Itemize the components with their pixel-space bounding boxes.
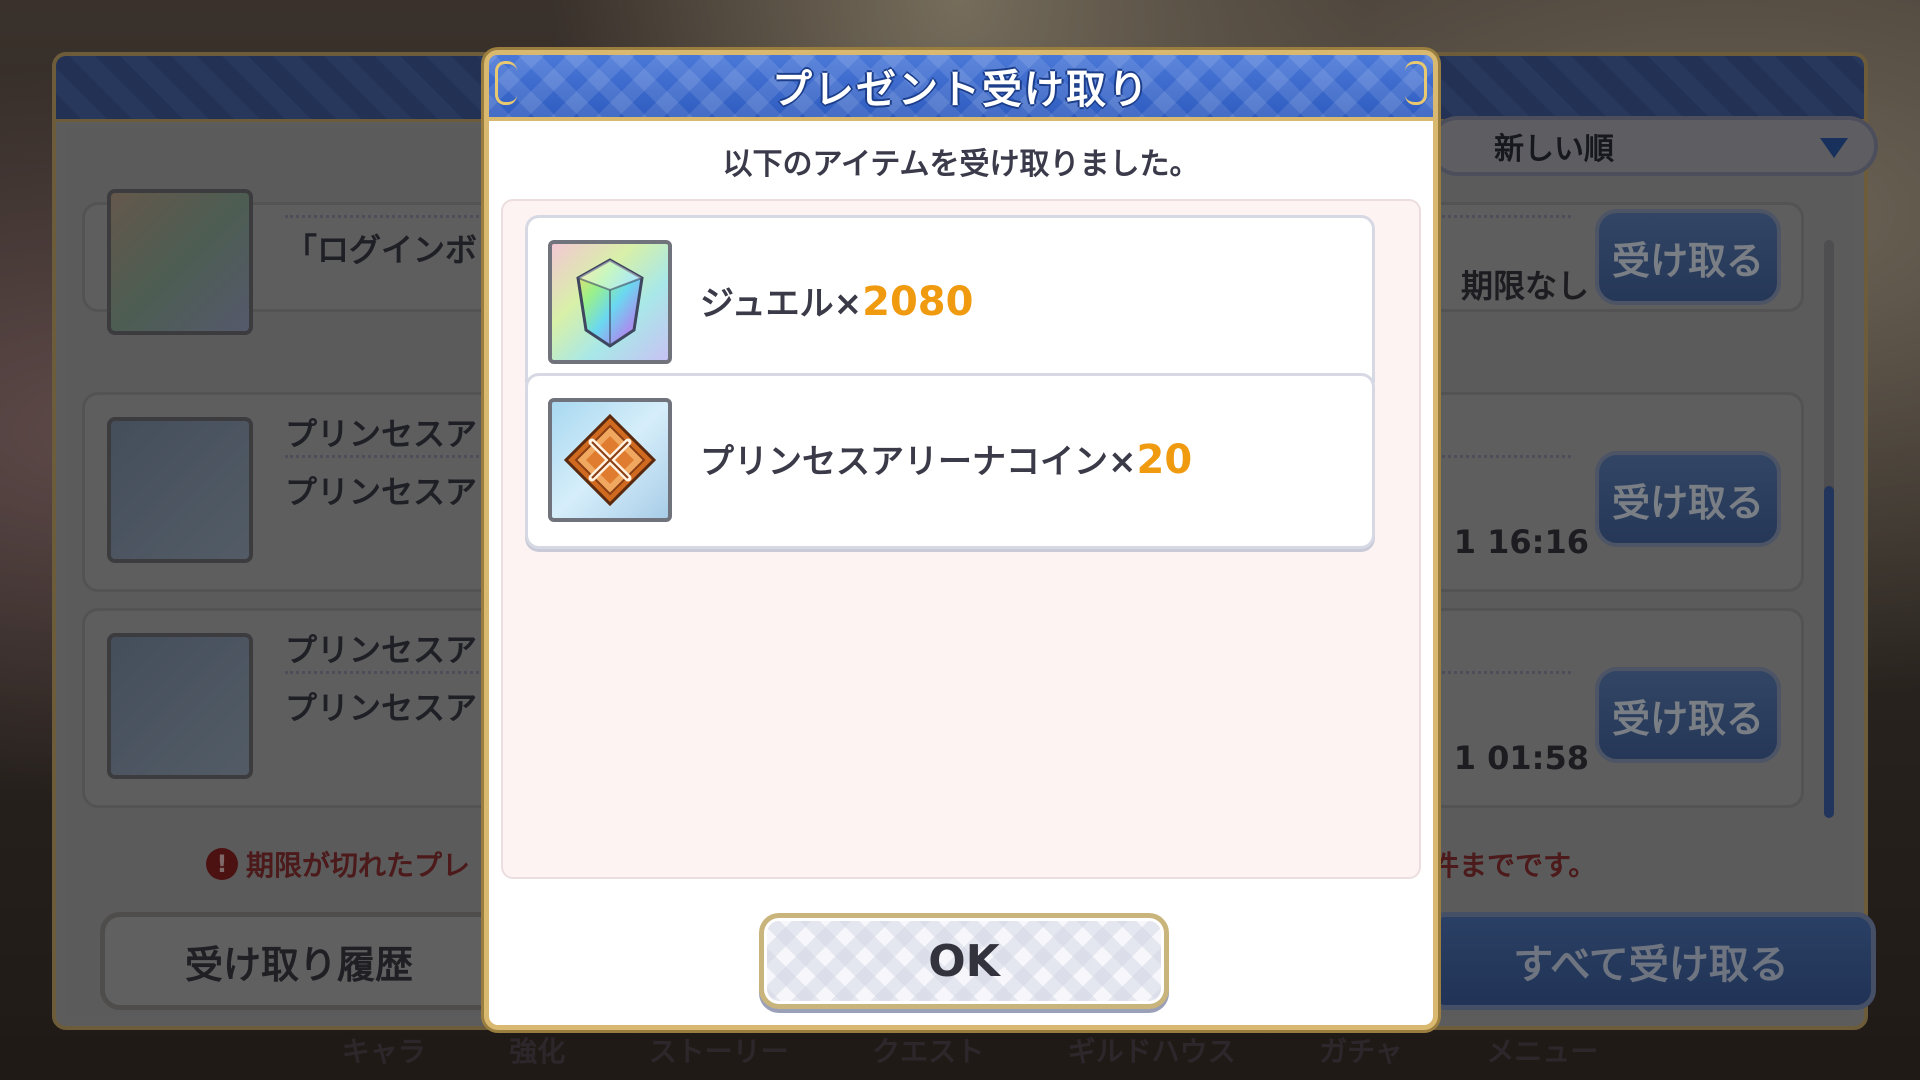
ok-button[interactable]: OK bbox=[759, 913, 1169, 1009]
dialog-header: プレゼント受け取り bbox=[489, 55, 1433, 121]
item-label: ジュエル×2080 bbox=[700, 276, 973, 325]
item-label: プリンセスアリーナコイン×20 bbox=[700, 434, 1192, 483]
ornament-icon bbox=[495, 61, 517, 105]
received-item: プリンセスアリーナコイン×20 bbox=[525, 373, 1375, 549]
item-name: プリンセスアリーナコイン× bbox=[700, 442, 1137, 482]
arena-coin-icon bbox=[548, 398, 672, 522]
item-name: ジュエル× bbox=[700, 284, 863, 324]
item-quantity: 20 bbox=[1136, 437, 1193, 483]
ornament-icon bbox=[1405, 61, 1427, 105]
jewel-icon bbox=[548, 240, 672, 364]
present-received-dialog: プレゼント受け取り 以下のアイテムを受け取りました。 ジュエル×2080 プリン… bbox=[484, 50, 1438, 1030]
item-quantity: 2080 bbox=[862, 279, 974, 325]
received-item: ジュエル×2080 bbox=[525, 215, 1375, 391]
received-items-list: ジュエル×2080 プリンセスアリーナコイン×20 bbox=[501, 199, 1421, 879]
dialog-message: 以下のアイテムを受け取りました。 bbox=[722, 147, 1200, 182]
dialog-title: プレゼント受け取り bbox=[772, 67, 1150, 113]
